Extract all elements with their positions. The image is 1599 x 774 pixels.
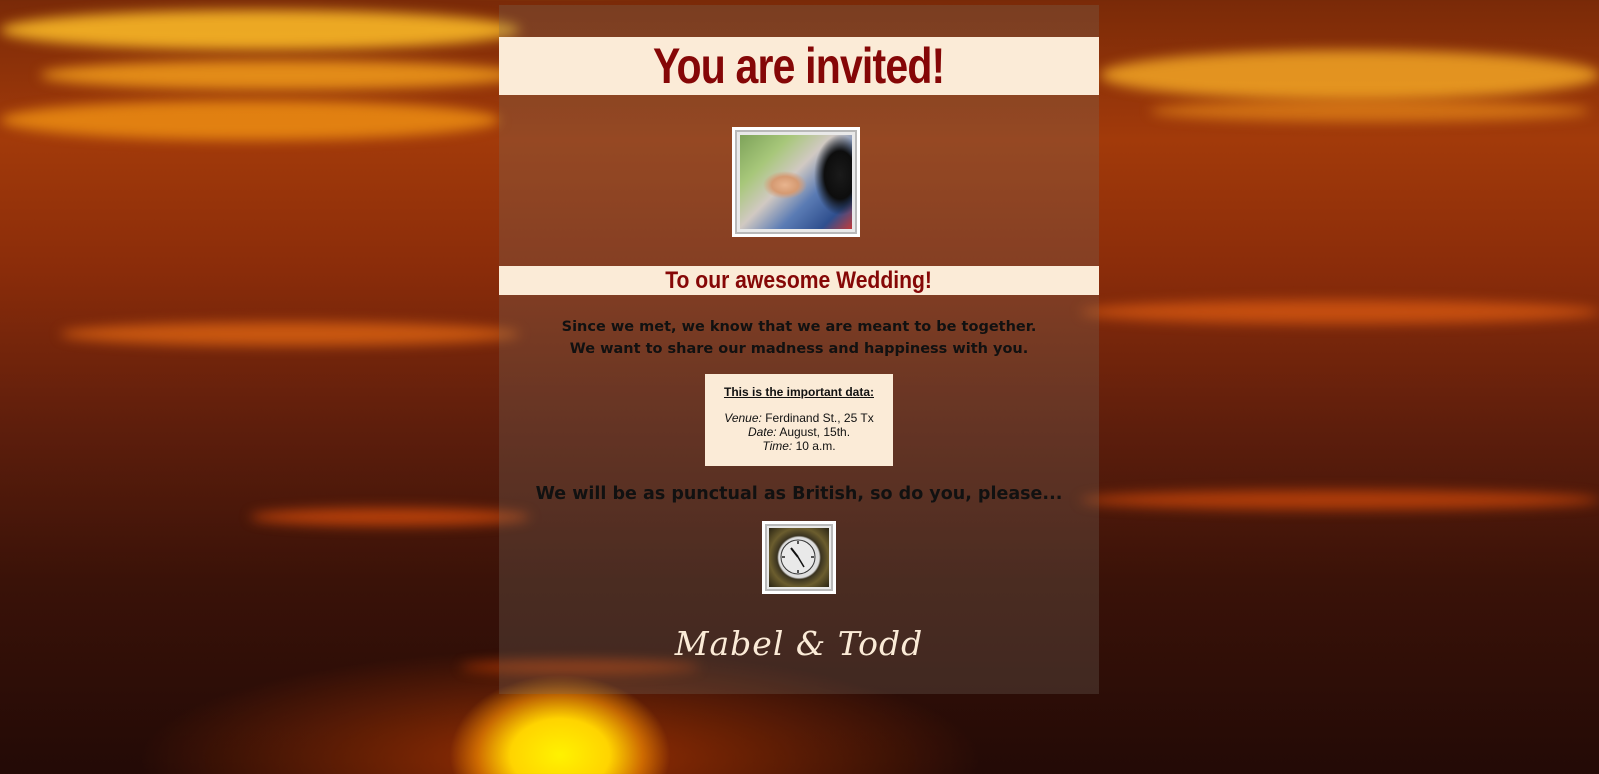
details-heading: This is the important data: xyxy=(723,385,874,399)
page-body: { "header": { "title": "You are invited!… xyxy=(0,0,1599,774)
title-banner: You are invited! xyxy=(499,37,1099,95)
time-line: Time: 10 a.m. xyxy=(705,439,893,453)
cloud-streak xyxy=(1100,50,1599,100)
date-value: August, 15th. xyxy=(779,425,851,439)
details-box: This is the important data: Venue: Ferdi… xyxy=(705,374,893,466)
subtitle-banner: To our awesome Wedding! xyxy=(499,266,1099,295)
date-label: Date: xyxy=(747,425,777,439)
clock-photo xyxy=(762,521,836,594)
cloud-streak xyxy=(250,508,530,526)
punctual-text: We will be as punctual as British, so do… xyxy=(535,484,1063,504)
venue-label: Venue: xyxy=(724,411,762,425)
couple-photo-image xyxy=(740,135,852,229)
subtitle: To our awesome Wedding! xyxy=(665,267,933,294)
cloud-streak xyxy=(1080,300,1599,324)
intro-line-1: Since we met, we know that we are meant … xyxy=(561,319,1037,335)
cloud-streak xyxy=(1150,100,1590,122)
couple-photo xyxy=(732,127,860,237)
time-value: 10 a.m. xyxy=(795,439,836,453)
venue-value: Ferdinand St., 25 Tx xyxy=(765,411,874,425)
venue-line: Venue: Ferdinand St., 25 Tx xyxy=(705,411,893,425)
cloud-streak xyxy=(60,322,520,346)
cloud-streak xyxy=(0,100,500,140)
intro-text: Since we met, we know that we are meant … xyxy=(499,316,1099,360)
intro-line-2: We want to share our madness and happine… xyxy=(569,341,1029,357)
date-line: Date: August, 15th. xyxy=(705,425,893,439)
time-label: Time: xyxy=(762,439,793,453)
cloud-streak xyxy=(1080,490,1599,510)
cloud-streak xyxy=(40,60,520,90)
couple-signature: Mabel & Todd xyxy=(674,624,924,663)
clock-icon xyxy=(769,528,829,587)
cloud-streak xyxy=(0,10,520,50)
page-title: You are invited! xyxy=(653,38,945,94)
